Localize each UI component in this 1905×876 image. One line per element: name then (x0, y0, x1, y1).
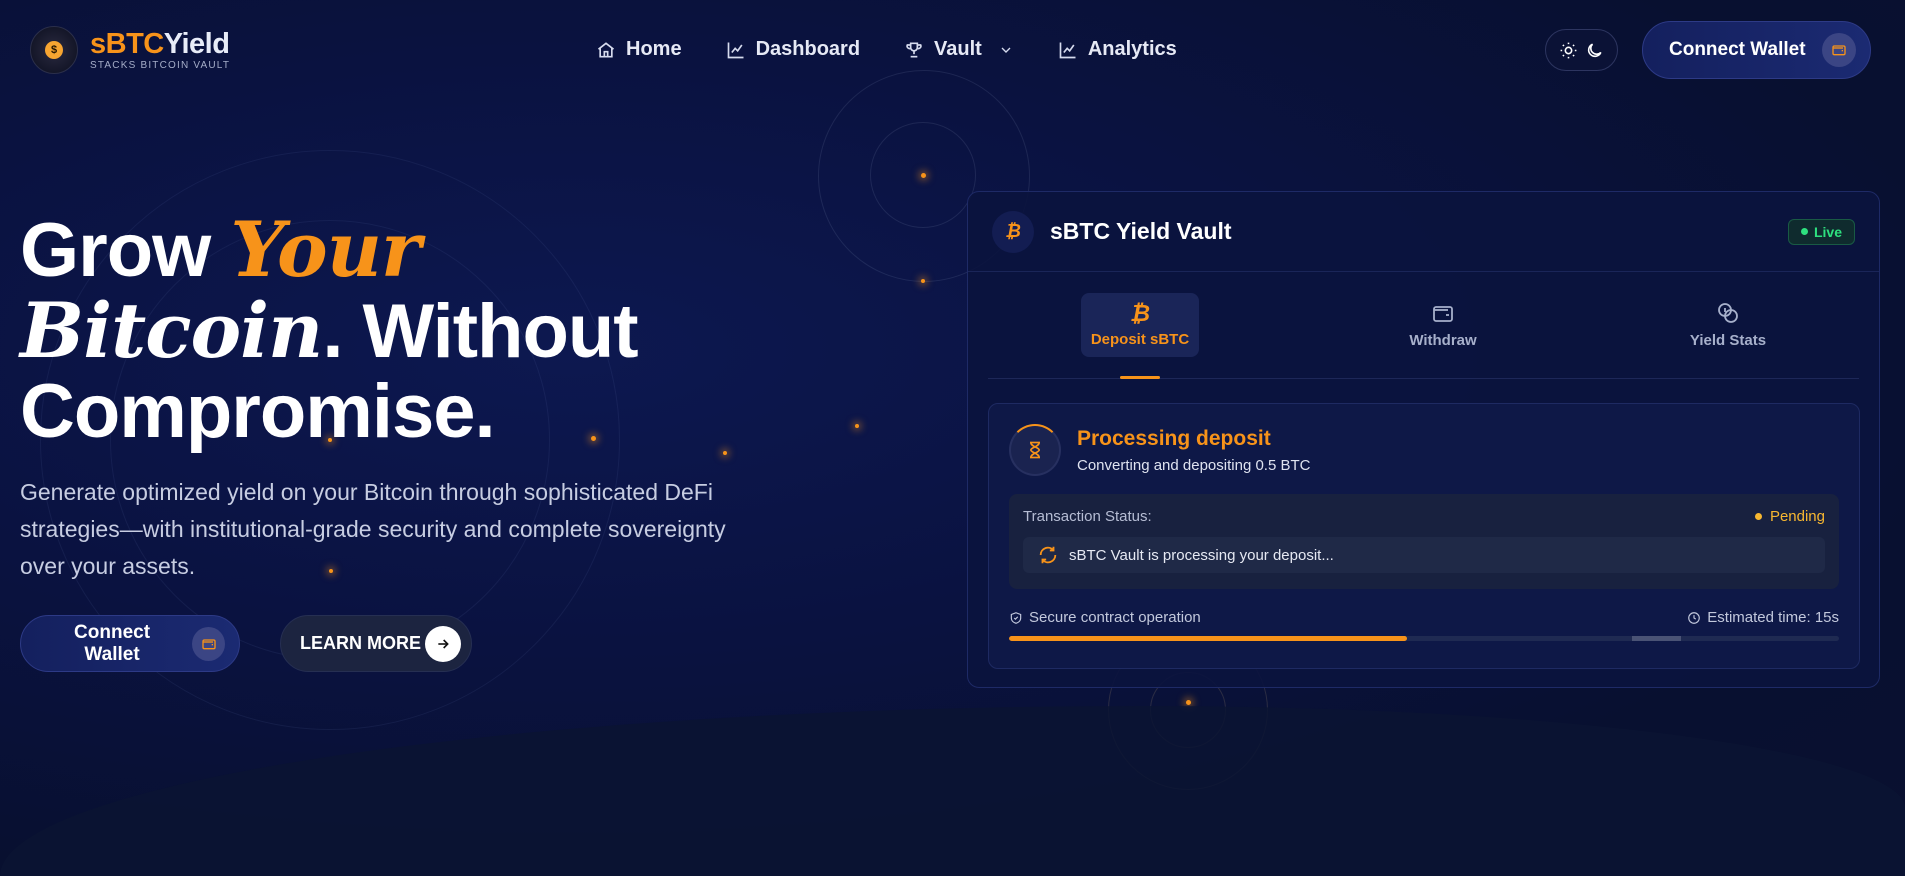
hero-title-accent: Your (230, 205, 421, 294)
home-icon (597, 41, 615, 57)
tab-deposit-label: Deposit sBTC (1090, 331, 1190, 348)
nav-analytics[interactable]: Analytics (1058, 38, 1177, 61)
nav-connect-wallet-label: Connect Wallet (1669, 39, 1806, 60)
pending-dot-icon (1754, 513, 1762, 520)
bitcoin-icon: ₿ (992, 210, 1034, 253)
shield-check-icon (1010, 611, 1022, 624)
brand-tagline: STACKS BITCOIN VAULT (90, 59, 231, 71)
learn-more-button[interactable]: LEARN MORE (280, 615, 472, 672)
tab-deposit[interactable]: ₿ Deposit sBTC (1081, 293, 1199, 357)
processing-subtitle: Converting and depositing 0.5 BTC (1077, 456, 1311, 474)
wallet-icon (192, 626, 225, 661)
vault-logo-icon: $ (30, 26, 78, 74)
hero-actions: Connect Wallet LEARN MORE (20, 615, 472, 672)
hero-title-part3: Compromise. (20, 369, 496, 454)
live-badge-label: Live (1813, 223, 1842, 240)
active-tab-indicator (1120, 376, 1160, 379)
tab-withdraw-label: Withdraw (1409, 332, 1477, 349)
clock-icon (1688, 611, 1701, 624)
bitcoin-icon: ₿ (1129, 300, 1151, 326)
hero-title-part2: . Without (322, 289, 638, 374)
transaction-message-text: sBTC Vault is processing your deposit... (1069, 546, 1334, 564)
top-nav: $ sBTCYield STACKS BITCOIN VAULT Home Da… (0, 0, 1905, 100)
processing-panel: Processing deposit Converting and deposi… (988, 403, 1860, 669)
vault-card: ₿ sBTC Yield Vault Live ₿ Deposit sBTC W… (967, 191, 1880, 688)
status-badge-label: Pending (1769, 508, 1825, 525)
tab-withdraw[interactable]: Withdraw (1383, 293, 1503, 357)
estimated-time: Estimated time: 15s (1687, 609, 1839, 626)
live-badge: Live (1787, 218, 1855, 245)
wallet-icon (1433, 306, 1453, 322)
processing-footer: Secure contract operation Estimated time… (1009, 609, 1839, 626)
nav-vault[interactable]: Vault (904, 38, 1014, 61)
hero-connect-wallet-button[interactable]: Connect Wallet (20, 615, 240, 672)
transaction-status-label: Transaction Status: (1023, 508, 1152, 525)
hero-title-part1: Grow (20, 208, 231, 293)
nav-connect-wallet-button[interactable]: Connect Wallet (1642, 21, 1871, 79)
live-dot-icon (1800, 228, 1808, 235)
tab-yield-stats[interactable]: Yield Stats (1668, 293, 1788, 357)
deposit-progress-fill (1009, 636, 1408, 641)
brand-name-part1: sBTC (90, 27, 164, 60)
hourglass-icon (1009, 424, 1061, 476)
trophy-icon (906, 42, 922, 57)
wallet-icon (1822, 33, 1856, 67)
logo-glyph: $ (45, 41, 63, 59)
chevron-down-icon (1001, 47, 1011, 53)
secure-operation: Secure contract operation (1009, 609, 1201, 626)
secure-operation-label: Secure contract operation (1029, 609, 1201, 626)
nav-home[interactable]: Home (596, 38, 682, 61)
hero-description: Generate optimized yield on your Bitcoin… (20, 479, 726, 579)
theme-toggle[interactable] (1545, 29, 1618, 71)
nav-vault-label: Vault (934, 38, 982, 60)
status-badge: Pending (1754, 508, 1825, 525)
hero-title: Grow Your Bitcoin. Without Compromise. (20, 210, 740, 452)
brand-name: sBTCYield (90, 27, 230, 60)
vault-tabs: ₿ Deposit sBTC Withdraw Yield Stats (988, 272, 1859, 379)
vault-card-title: sBTC Yield Vault (1050, 218, 1232, 244)
arrow-right-icon (425, 625, 461, 662)
refresh-icon (1039, 546, 1057, 564)
main-menu: Home Dashboard Vault Analytics (596, 38, 1221, 61)
sun-icon[interactable] (1559, 41, 1578, 60)
hero-connect-wallet-label: Connect Wallet (74, 621, 151, 665)
processing-header: Processing deposit Converting and deposi… (1009, 424, 1839, 476)
vault-card-header: ₿ sBTC Yield Vault Live (968, 192, 1879, 272)
moon-icon[interactable] (1585, 41, 1604, 60)
learn-more-label: LEARN MORE (300, 633, 421, 653)
processing-title: Processing deposit (1077, 426, 1271, 450)
hero-title-bitcoin: Bitcoin (20, 286, 323, 375)
nav-dashboard-label: Dashboard (755, 38, 861, 60)
coins-icon (1718, 303, 1738, 323)
transaction-message: sBTC Vault is processing your deposit... (1023, 537, 1825, 573)
chart-line-icon (1059, 42, 1076, 58)
brand-name-part2: Yield (163, 27, 230, 60)
nav-analytics-label: Analytics (1087, 38, 1177, 60)
tab-yield-stats-label: Yield Stats (1689, 332, 1767, 349)
progress-shimmer (1631, 636, 1682, 641)
chart-line-icon (727, 42, 744, 58)
brand-logo[interactable]: $ sBTCYield STACKS BITCOIN VAULT (30, 26, 230, 74)
hero-section: Grow Your Bitcoin. Without Compromise. G… (20, 210, 740, 585)
nav-dashboard[interactable]: Dashboard (726, 38, 860, 61)
transaction-status-box: Transaction Status: Pending sBTC Vault i… (1009, 494, 1839, 589)
nav-home-label: Home (626, 38, 682, 60)
estimated-time-label: Estimated time: 15s (1707, 609, 1839, 626)
deposit-progress-bar (1009, 636, 1839, 641)
